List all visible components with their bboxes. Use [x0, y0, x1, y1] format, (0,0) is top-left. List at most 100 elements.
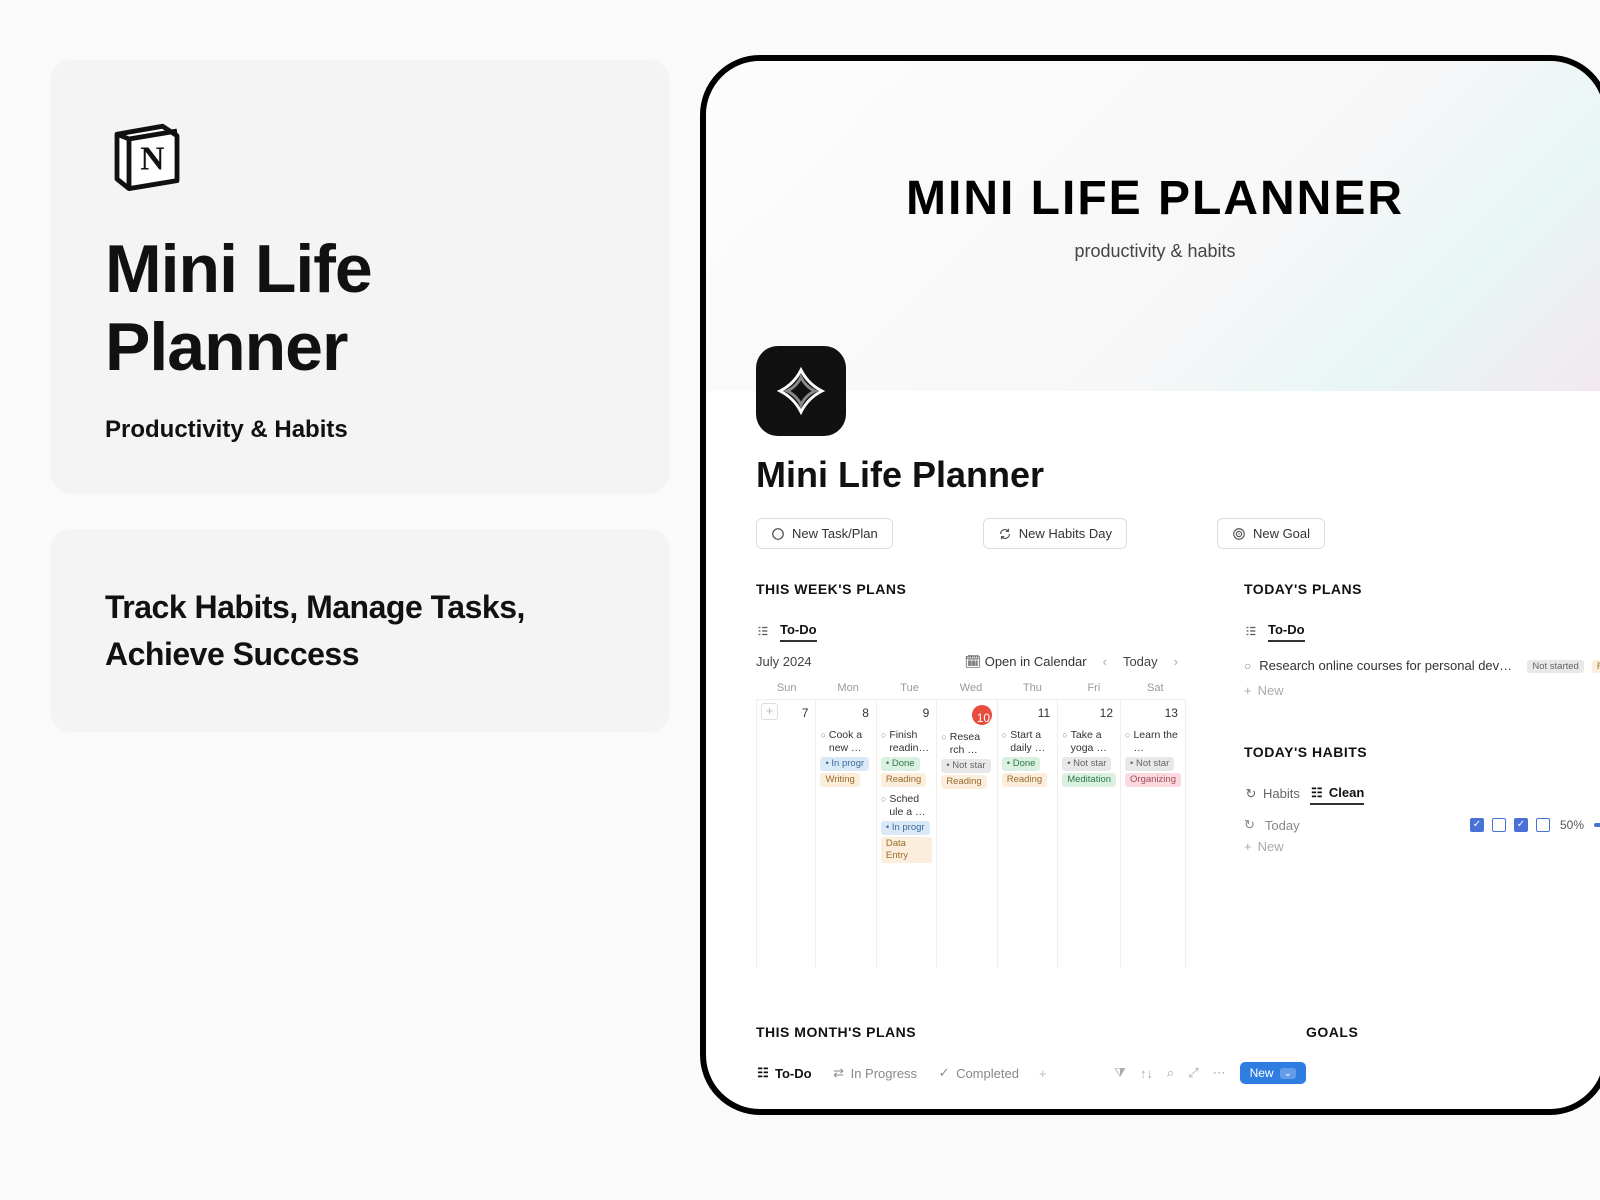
calendar-icon: 🗓	[966, 655, 980, 669]
habit-row-label: Today	[1265, 818, 1460, 833]
today-task-label: Research online courses for personal dev…	[1259, 658, 1519, 673]
add-event-button[interactable]: +	[761, 703, 778, 720]
circle-icon	[771, 527, 785, 541]
calendar-event[interactable]: Finish readin…• DoneReading	[881, 729, 932, 787]
new-task-button[interactable]: New Task/Plan	[756, 518, 893, 549]
new-habits-button[interactable]: New Habits Day	[983, 518, 1127, 549]
calendar-day-cell[interactable]: 9Finish readin…• DoneReadingSched ule a …	[877, 699, 937, 969]
calendar-event[interactable]: Learn the …• Not starOrganizing	[1125, 729, 1181, 787]
promo-card: N Mini Life Planner Productivity & Habit…	[50, 60, 670, 494]
new-plan-row[interactable]: New	[1244, 677, 1600, 704]
new-month-item-button[interactable]: New⌄	[1240, 1062, 1306, 1084]
calendar-event[interactable]: Cook a new …• In progrWriting	[820, 729, 871, 787]
filter-icon[interactable]: ⧩	[1114, 1065, 1126, 1081]
habit-checkbox[interactable]	[1536, 818, 1550, 832]
goals-title: GOALS	[1306, 1024, 1586, 1040]
chevron-down-icon: ⌄	[1280, 1068, 1296, 1079]
refresh-icon	[998, 527, 1012, 541]
day-header: Sat	[1125, 677, 1186, 699]
tab-habits[interactable]: ↻ Habits	[1244, 783, 1300, 804]
cover-title: MINI LIFE PLANNER	[906, 171, 1404, 226]
todays-plans-title: TODAY'S PLANS	[1244, 581, 1600, 597]
new-habits-label: New Habits Day	[1019, 526, 1112, 541]
calendar-month-label: July 2024	[756, 654, 812, 669]
status-badge: • Not star	[1062, 757, 1111, 771]
refresh-icon: ↻	[1244, 787, 1258, 801]
device-frame: MINI LIFE PLANNER productivity & habits …	[700, 55, 1600, 1115]
tab-month-inprogress[interactable]: ⇄ In Progress	[832, 1063, 917, 1084]
habit-row-today[interactable]: ↻ Today 50%	[1244, 817, 1600, 833]
cover-subtitle: productivity & habits	[1074, 241, 1235, 262]
calendar-day-cell[interactable]: 8Cook a new …• In progrWriting	[816, 699, 876, 969]
arrows-icon: ⇄	[832, 1066, 846, 1080]
tag-badge: Reading	[941, 775, 986, 789]
new-goal-label: New Goal	[1253, 526, 1310, 541]
add-view-button[interactable]: +	[1039, 1066, 1047, 1081]
calendar-event[interactable]: Start a daily …• DoneReading	[1002, 729, 1053, 787]
status-badge: • Not star	[1125, 757, 1174, 771]
calendar-day-cell[interactable]: +7	[756, 699, 816, 969]
new-habit-row[interactable]: New	[1244, 833, 1600, 860]
search-icon[interactable]: ⌕	[1167, 1065, 1174, 1081]
tag-badge: Writing	[820, 773, 859, 787]
promo-subtitle: Productivity & Habits	[105, 416, 615, 444]
status-badge: • Done	[1002, 757, 1041, 771]
tab-todo-week[interactable]: To-Do	[780, 619, 817, 642]
next-week-button[interactable]: ›	[1170, 654, 1182, 669]
month-section-title: THIS MONTH'S PLANS	[756, 1024, 1306, 1040]
calendar-event[interactable]: Take a yoga …• Not starMeditation	[1062, 729, 1116, 787]
tag-badge: Data Entry	[881, 837, 932, 863]
tag-badge: Re	[1592, 660, 1600, 673]
day-header: Thu	[1002, 677, 1063, 699]
day-number: 10	[972, 705, 992, 725]
tag-badge: Reading	[881, 773, 926, 787]
svg-text:N: N	[140, 140, 164, 177]
tab-month-todo[interactable]: ☷ To-Do	[756, 1063, 812, 1084]
today-task-row[interactable]: Research online courses for personal dev…	[1244, 654, 1600, 677]
check-circle-icon: ✓	[937, 1066, 951, 1080]
list-icon: ☷	[756, 1066, 770, 1080]
day-header: Sun	[756, 677, 817, 699]
tagline-card: Track Habits, Manage Tasks, Achieve Succ…	[50, 529, 670, 732]
tagline: Track Habits, Manage Tasks, Achieve Succ…	[105, 584, 615, 677]
tab-clean[interactable]: ☷ Clean	[1310, 782, 1364, 805]
page-title: Mini Life Planner	[756, 454, 1554, 496]
new-goal-button[interactable]: New Goal	[1217, 518, 1325, 549]
calendar-day-cell[interactable]: 13Learn the …• Not starOrganizing	[1121, 699, 1186, 969]
calendar-day-cell[interactable]: 12Take a yoga …• Not starMeditation	[1058, 699, 1121, 969]
target-icon	[1232, 527, 1246, 541]
status-badge: • Not star	[941, 759, 990, 773]
tab-todo-today[interactable]: To-Do	[1268, 619, 1305, 642]
week-section-title: THIS WEEK'S PLANS	[756, 581, 1186, 597]
status-badge: • Done	[881, 757, 920, 771]
sort-icon[interactable]: ↑↓	[1140, 1066, 1153, 1081]
calendar-event[interactable]: Sched ule a …• In progrData Entry	[881, 793, 932, 863]
tab-month-completed[interactable]: ✓ Completed	[937, 1063, 1019, 1084]
expand-icon[interactable]: ⤢	[1188, 1065, 1198, 1081]
day-number: 8	[818, 703, 873, 723]
more-icon[interactable]: ⋯	[1213, 1065, 1226, 1081]
progress-bar	[1594, 823, 1600, 827]
day-number: 13	[1123, 703, 1183, 723]
new-task-label: New Task/Plan	[792, 526, 878, 541]
calendar-event[interactable]: Resea rch …• Not starReading	[941, 731, 992, 789]
habit-checkbox[interactable]	[1470, 818, 1484, 832]
status-badge: Not started	[1527, 660, 1583, 673]
list-icon: ☷	[1310, 786, 1324, 800]
cover: MINI LIFE PLANNER productivity & habits	[706, 61, 1600, 391]
day-number: 11	[1000, 703, 1055, 723]
habit-checkbox[interactable]	[1514, 818, 1528, 832]
calendar-day-cell[interactable]: 11 Start a daily …• DoneReading	[998, 699, 1058, 969]
calendar-day-cell[interactable]: 10Resea rch …• Not starReading	[937, 699, 997, 969]
tag-badge: Organizing	[1125, 773, 1181, 787]
day-number: 12	[1060, 703, 1118, 723]
prev-week-button[interactable]: ‹	[1099, 654, 1111, 669]
status-badge: • In progr	[820, 757, 869, 771]
today-button[interactable]: Today	[1123, 654, 1158, 669]
todays-habits-title: TODAY'S HABITS	[1244, 744, 1600, 760]
day-header: Tue	[879, 677, 940, 699]
open-in-calendar-button[interactable]: 🗓 Open in Calendar	[966, 654, 1087, 669]
refresh-icon: ↻	[1244, 817, 1255, 833]
habit-checkbox[interactable]	[1492, 818, 1506, 832]
tag-badge: Meditation	[1062, 773, 1116, 787]
